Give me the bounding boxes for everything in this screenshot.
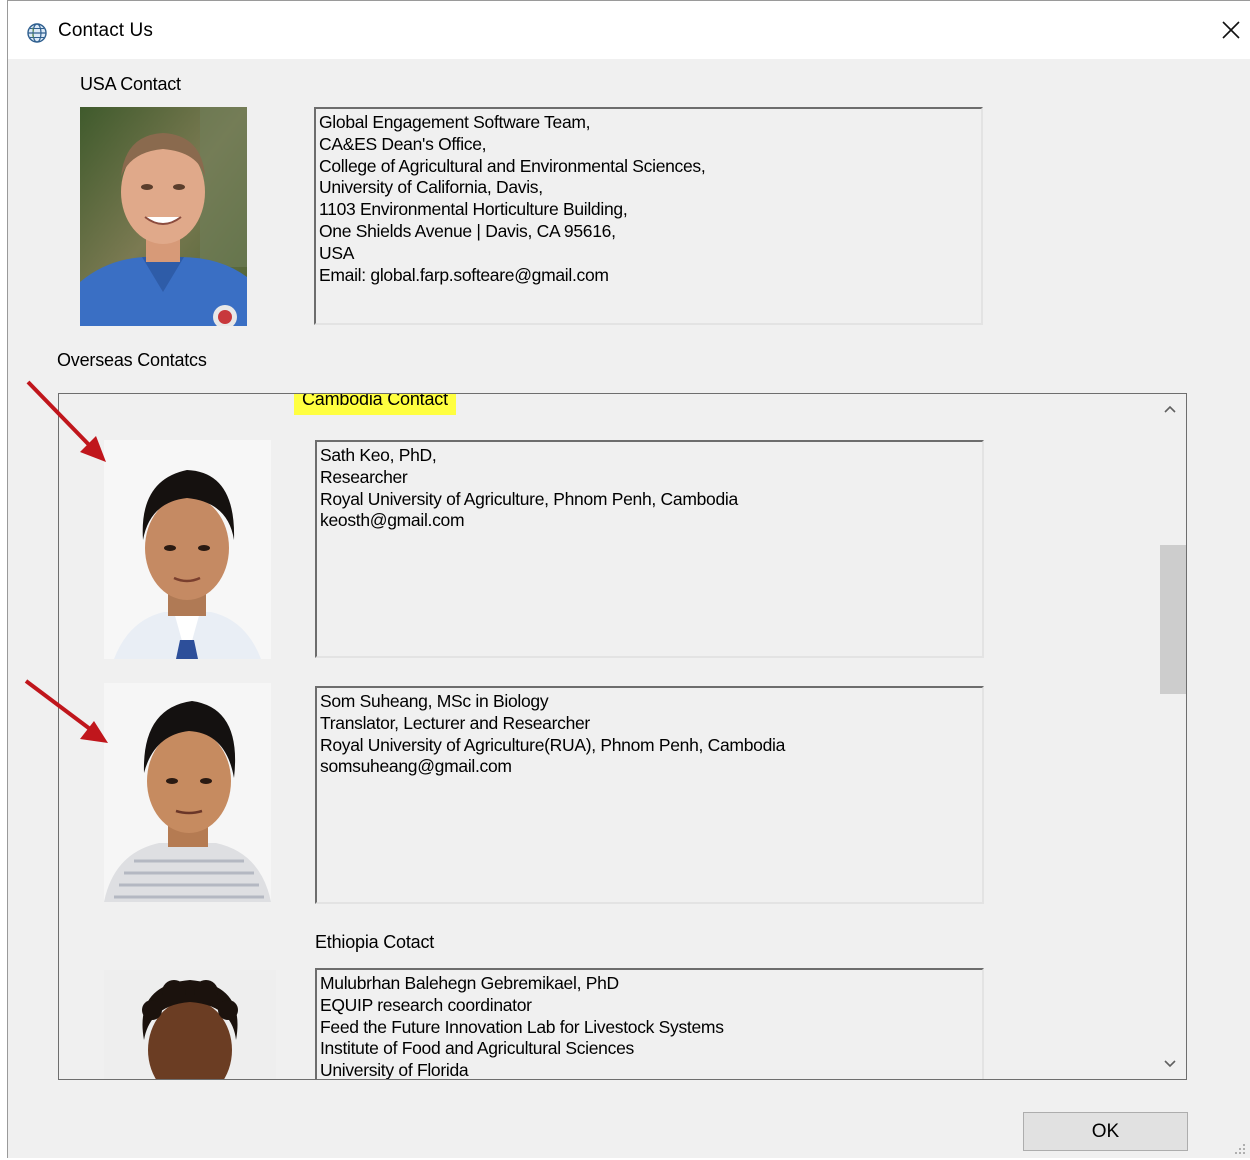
som-suheang-photo (104, 683, 271, 902)
window-title: Contact Us (58, 20, 153, 41)
usa-line: Email: global.farp.softeare@gmail.com (319, 264, 609, 285)
contact-line: Royal University of Agriculture, Phnom P… (320, 488, 738, 509)
usa-contact-photo (80, 107, 247, 326)
ethiopia-contact-info: Mulubrhan Balehegn Gebremikael, PhD EQUI… (315, 968, 984, 1080)
overseas-contacts-panel[interactable]: Cambodia Contact Sath Keo, PhD, Research… (58, 393, 1187, 1080)
chevron-down-icon (1163, 1060, 1176, 1068)
contact-line: Mulubrhan Balehegn Gebremikael, PhD (320, 973, 619, 993)
scroll-down-button[interactable] (1153, 1049, 1186, 1079)
contact-line: EQUIP research coordinator (320, 994, 532, 1015)
close-button[interactable] (1212, 13, 1250, 47)
title-bar: Contact Us (8, 1, 1250, 59)
contact-line: Institute of Food and Agricultural Scien… (320, 1038, 634, 1059)
ethiopia-contact-photo (104, 970, 276, 1079)
overseas-contacts-label: Overseas Contatcs (57, 350, 207, 370)
usa-line: 1103 Environmental Horticulture Building… (319, 199, 628, 220)
contact-line: Royal University of Agriculture(RUA), Ph… (320, 734, 786, 755)
contact-line: Translator, Lecturer and Researcher (320, 712, 590, 733)
cambodia-contact-label: Cambodia Contact (294, 394, 456, 415)
vertical-scrollbar[interactable] (1153, 394, 1186, 1079)
resize-grip[interactable] (1234, 1142, 1246, 1154)
usa-line: USA (319, 242, 355, 263)
usa-line: College of Agricultural and Environmenta… (319, 155, 706, 176)
usa-contact-label: USA Contact (80, 74, 181, 94)
usa-line: One Shields Avenue | Davis, CA 95616, (319, 220, 616, 241)
usa-contact-info: Global Engagement Software Team, CA&ES D… (314, 107, 983, 325)
cambodia-contact-text: Cambodia Contact (294, 394, 456, 415)
scrollbar-thumb[interactable] (1160, 545, 1186, 694)
close-icon (1222, 21, 1240, 39)
contact-line: keosth@gmail.com (320, 510, 465, 531)
contact-line: Researcher (320, 466, 408, 487)
contact-line: somsuheang@gmail.com (320, 756, 512, 777)
annotation-arrow (24, 679, 108, 743)
usa-line: CA&ES Dean's Office, (319, 133, 487, 154)
chevron-up-icon (1163, 405, 1176, 413)
sath-keo-photo (104, 440, 271, 659)
annotation-arrow (26, 380, 106, 462)
ok-button[interactable]: OK (1023, 1112, 1188, 1151)
sath-keo-info: Sath Keo, PhD, Researcher Royal Universi… (315, 440, 984, 658)
contact-dialog: Contact Us USA Contact Global Engagement… (7, 0, 1250, 1158)
ethiopia-contact-label: Ethiopia Cotact (315, 932, 435, 952)
contact-line: Sath Keo, PhD, (320, 445, 437, 465)
contact-line: University of Florida (320, 1060, 469, 1080)
contact-line: Feed the Future Innovation Lab for Lives… (320, 1016, 724, 1037)
contact-line: Som Suheang, MSc in Biology (320, 691, 549, 711)
som-suheang-info: Som Suheang, MSc in Biology Translator, … (315, 686, 984, 904)
usa-line: University of California, Davis, (319, 177, 543, 198)
globe-icon (26, 22, 48, 44)
scroll-up-button[interactable] (1153, 394, 1186, 424)
usa-line: Global Engagement Software Team, (319, 112, 591, 132)
